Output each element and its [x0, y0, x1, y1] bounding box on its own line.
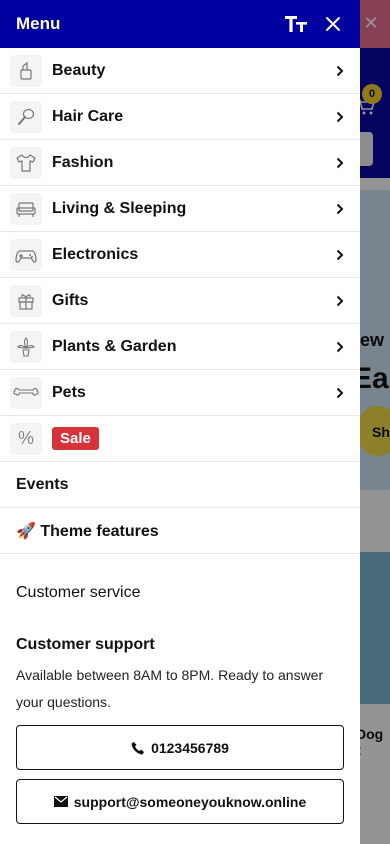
gamepad-icon: [10, 238, 42, 271]
menu-item-living-sleeping[interactable]: Living & Sleeping: [0, 186, 360, 232]
close-icon: [326, 17, 340, 31]
sale-badge: Sale: [52, 426, 99, 450]
support-title: Customer support: [16, 636, 155, 653]
menu-item-gifts[interactable]: Gifts: [0, 278, 360, 324]
email-address: support@someoneyouknow.online: [73, 793, 307, 810]
chevron-right-icon: [334, 386, 346, 400]
bone-icon: [10, 376, 42, 409]
lipstick-icon: [10, 54, 42, 87]
tshirt-icon: [10, 146, 42, 179]
menu-item-label: Electronics: [52, 245, 139, 263]
menu-item-hair-care[interactable]: Hair Care: [0, 94, 360, 140]
chevron-right-icon: [334, 202, 346, 216]
chevron-right-icon: [334, 294, 346, 308]
sofa-icon: [10, 192, 42, 225]
menu-item-label: Beauty: [52, 61, 106, 79]
menu-item-label: Living & Sleeping: [52, 199, 187, 217]
menu-item-label: Gifts: [52, 291, 89, 309]
chevron-right-icon: [334, 110, 346, 124]
menu-item-electronics[interactable]: Electronics: [0, 232, 360, 278]
chevron-right-icon: [334, 340, 346, 354]
email-button[interactable]: support@someoneyouknow.online: [16, 779, 344, 824]
menu-item-plants-garden[interactable]: Plants & Garden: [0, 324, 360, 370]
font-size-icon: [285, 16, 307, 32]
category-menu: Beauty Hair Care Fashion Living & Sleepi…: [0, 48, 360, 462]
chevron-right-icon: [334, 156, 346, 170]
menu-drawer: Menu Beauty Hair Care Fashion Living & S…: [0, 0, 360, 844]
menu-item-pets[interactable]: Pets: [0, 370, 360, 416]
menu-item-theme-features[interactable]: 🚀 Theme features: [0, 508, 360, 554]
menu-item-label: Hair Care: [52, 107, 124, 125]
menu-item-fashion[interactable]: Fashion: [0, 140, 360, 186]
gift-icon: [10, 284, 42, 317]
menu-item-label: Sale: [52, 426, 346, 450]
close-drawer-button[interactable]: [322, 13, 344, 35]
menu-item-label: Pets: [52, 383, 86, 401]
customer-service-link[interactable]: Customer service: [0, 554, 360, 602]
percent-icon: %: [10, 422, 42, 455]
menu-item-events[interactable]: Events: [0, 462, 360, 508]
hairbrush-icon: [10, 100, 42, 133]
drawer-header: Menu: [0, 0, 360, 48]
phone-button[interactable]: 0123456789: [16, 725, 344, 770]
font-size-button[interactable]: [284, 12, 308, 36]
envelope-icon: [53, 796, 68, 807]
menu-item-beauty[interactable]: Beauty: [0, 48, 360, 94]
drawer-title: Menu: [16, 14, 61, 33]
plant-icon: [10, 330, 42, 363]
support-description: Available between 8AM to 8PM. Ready to a…: [16, 667, 324, 710]
phone-icon: [131, 741, 145, 755]
chevron-right-icon: [334, 64, 346, 78]
menu-item-sale[interactable]: % Sale: [0, 416, 360, 462]
menu-item-label: Plants & Garden: [52, 337, 177, 355]
chevron-right-icon: [334, 248, 346, 262]
phone-number: 0123456789: [151, 739, 229, 756]
menu-item-label: Fashion: [52, 153, 114, 171]
